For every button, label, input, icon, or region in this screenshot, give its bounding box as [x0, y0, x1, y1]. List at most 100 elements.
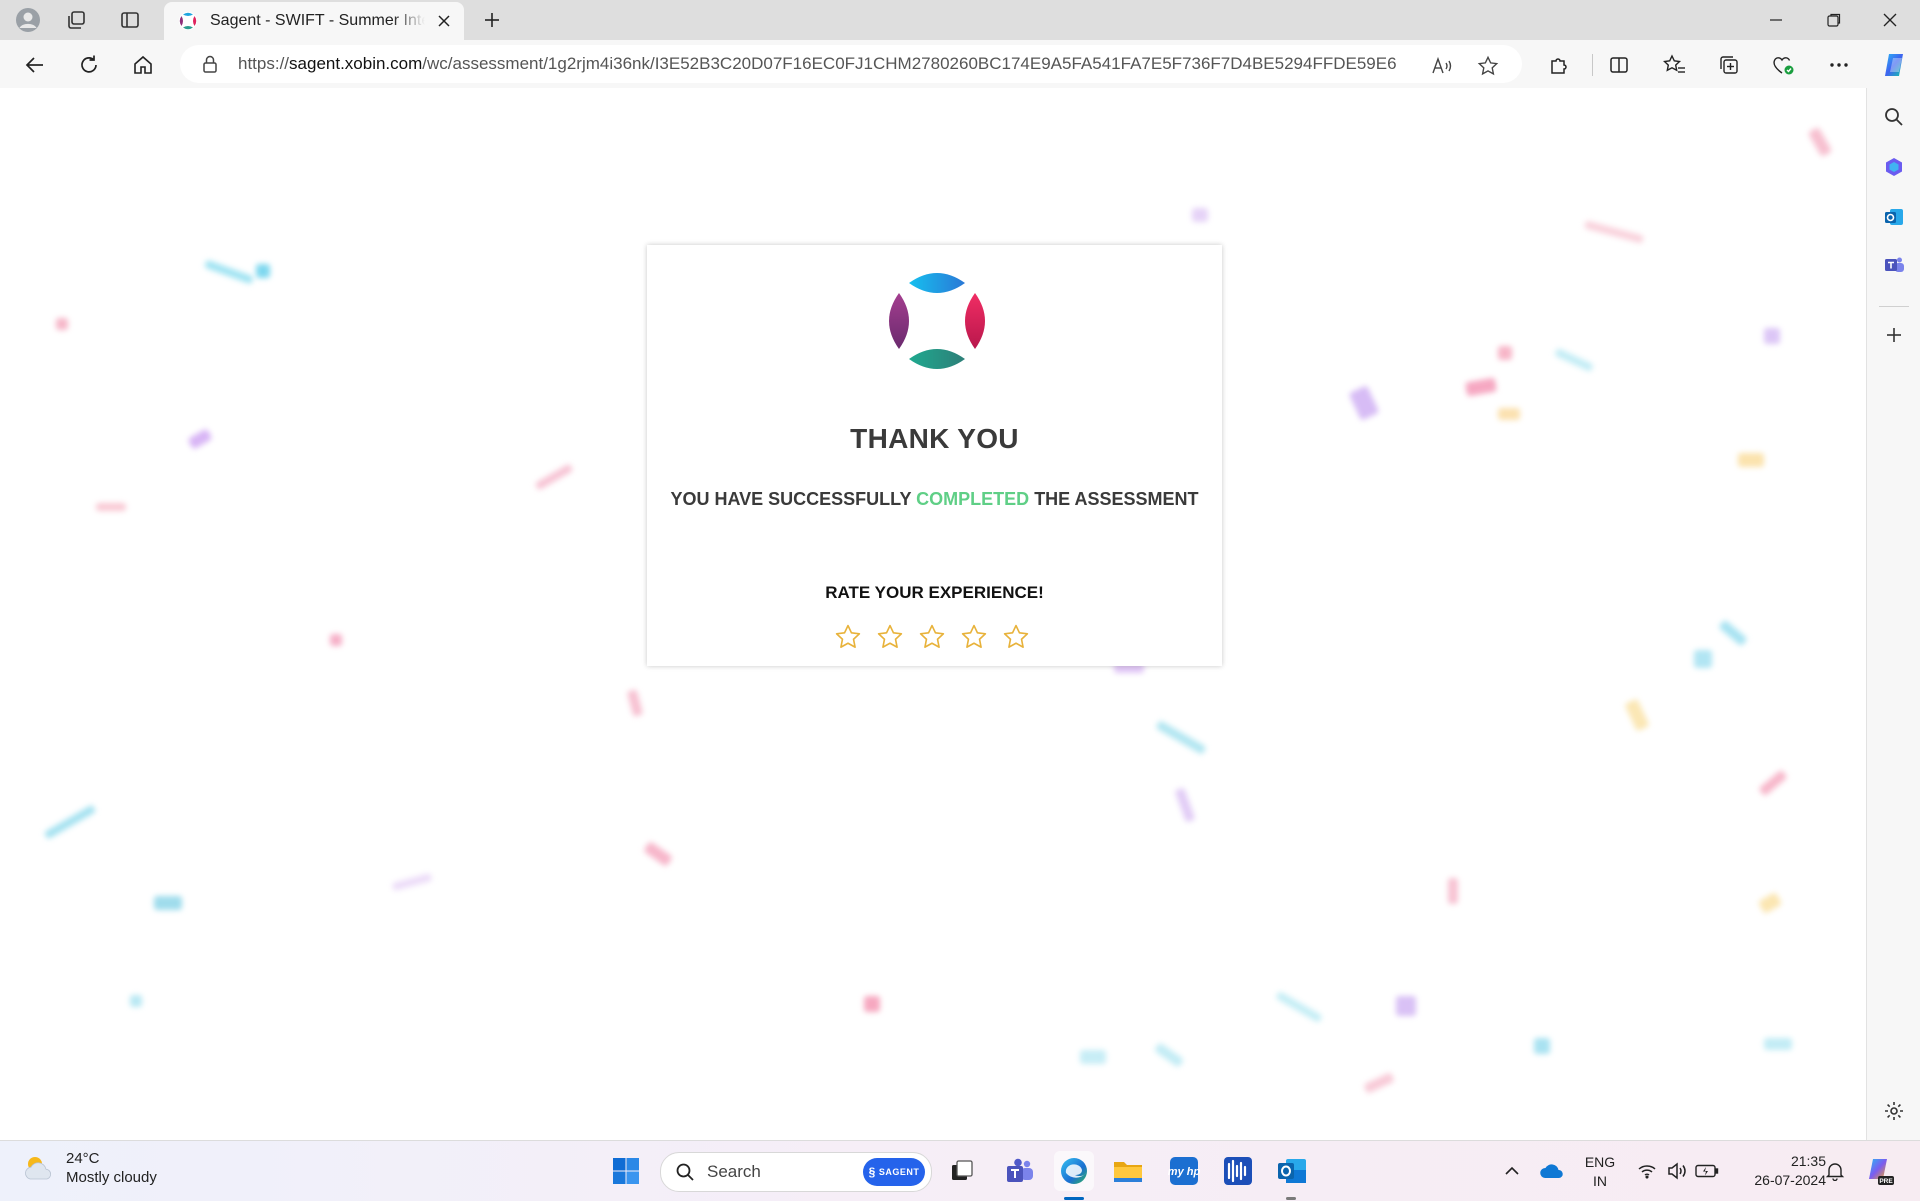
search-icon: [676, 1163, 694, 1181]
onedrive-cloud-icon[interactable]: [1534, 1151, 1570, 1191]
rate-experience-label: RATE YOUR EXPERIENCE!: [825, 583, 1044, 602]
windows-start-icon[interactable]: [606, 1151, 646, 1191]
favorite-star-icon[interactable]: [1476, 54, 1500, 78]
collections-icon[interactable]: [1714, 50, 1744, 80]
confetti-piece: [1694, 650, 1712, 668]
battery-charging-icon[interactable]: [1690, 1151, 1724, 1191]
confetti-piece: [130, 995, 142, 1007]
new-tab-icon[interactable]: [478, 6, 506, 34]
confetti-piece: [1498, 408, 1520, 420]
confetti-piece: [1080, 1050, 1106, 1064]
completed-highlight: COMPLETED: [916, 489, 1030, 509]
confetti-piece: [1275, 991, 1323, 1023]
thank-you-heading: THANK YOU: [850, 423, 1019, 454]
browser-toolbar: https://sagent.xobin.com/wc/assessment/1…: [0, 40, 1920, 88]
svg-text:PRE: PRE: [1879, 1178, 1893, 1185]
confetti-piece: [187, 428, 213, 450]
confetti-piece: [1738, 453, 1764, 467]
minimize-icon[interactable]: [1756, 6, 1796, 34]
confetti-piece: [534, 463, 574, 491]
rating-star-icon[interactable]: [1002, 623, 1030, 651]
profile-icon[interactable]: [14, 6, 42, 34]
task-view-icon[interactable]: [942, 1151, 982, 1191]
weather-widget[interactable]: 24°C Mostly cloudy: [22, 1149, 157, 1187]
browser-titlebar: Sagent - SWIFT - Summer Internship: [0, 0, 1920, 40]
lock-icon[interactable]: [200, 54, 220, 74]
outlook-taskbar-icon[interactable]: [1272, 1151, 1312, 1191]
clock-date: 26-07-2024: [1754, 1172, 1826, 1188]
input-language[interactable]: ENG IN: [1578, 1153, 1622, 1191]
confetti-piece: [1583, 220, 1645, 244]
confetti-piece: [96, 503, 126, 511]
taskbar-search-label: Search: [707, 1162, 761, 1181]
url-text[interactable]: https://sagent.xobin.com/wc/assessment/1…: [238, 54, 1398, 74]
confetti-piece: [1758, 769, 1788, 797]
confetti-piece: [1807, 126, 1833, 158]
confetti-piece: [1363, 1072, 1395, 1094]
weather-temperature: 24°C: [66, 1150, 100, 1167]
add-sidebar-app-icon[interactable]: [1881, 322, 1907, 348]
confetti-piece: [204, 259, 254, 285]
tab-close-icon[interactable]: [434, 11, 454, 31]
wifi-icon[interactable]: [1630, 1151, 1664, 1191]
sagent-search-badge[interactable]: § SAGENT: [863, 1158, 925, 1186]
copilot-icon[interactable]: [1878, 48, 1912, 82]
confetti-piece: [1624, 698, 1650, 732]
clock-time: 21:35: [1790, 1153, 1826, 1169]
audio-app-icon[interactable]: [1218, 1151, 1258, 1191]
copilot-preview-icon[interactable]: PRE: [1860, 1151, 1900, 1191]
notifications-bell-icon[interactable]: [1818, 1151, 1852, 1191]
copilot-sidebar-icon[interactable]: [1881, 154, 1907, 180]
rating-star-icon[interactable]: [834, 623, 862, 651]
myhp-icon[interactable]: my hp: [1164, 1151, 1204, 1191]
confetti-piece: [1174, 787, 1196, 823]
sidebar-divider: [1879, 306, 1909, 307]
rating-star-icon[interactable]: [918, 623, 946, 651]
search-icon[interactable]: [1881, 104, 1907, 130]
edge-taskbar-icon[interactable]: [1054, 1151, 1094, 1191]
back-icon[interactable]: [20, 50, 50, 80]
confetti-piece: [391, 872, 433, 892]
confetti-piece: [1153, 1042, 1185, 1068]
confetti-piece: [1757, 891, 1783, 915]
star-rating[interactable]: [834, 623, 1030, 651]
more-options-icon[interactable]: [1824, 50, 1854, 80]
confetti-piece: [1465, 377, 1497, 397]
completion-message: YOU HAVE SUCCESSFULLY COMPLETED THE ASSE…: [670, 489, 1199, 509]
confetti-piece: [1534, 1038, 1550, 1054]
edge-sidebar: [1866, 88, 1920, 1140]
restore-icon[interactable]: [1814, 6, 1854, 34]
sidebar-settings-gear-icon[interactable]: [1881, 1098, 1907, 1124]
close-window-icon[interactable]: [1870, 6, 1910, 34]
svg-text:my hp: my hp: [1168, 1166, 1200, 1178]
clock[interactable]: 21:35 26-07-2024: [1730, 1152, 1826, 1190]
confetti-piece: [256, 264, 270, 278]
teams-taskbar-icon[interactable]: [1000, 1151, 1040, 1191]
volume-icon[interactable]: [1660, 1151, 1694, 1191]
favorites-icon[interactable]: [1660, 50, 1690, 80]
tab-actions-icon[interactable]: [116, 6, 144, 34]
file-explorer-icon[interactable]: [1108, 1151, 1148, 1191]
address-bar[interactable]: https://sagent.xobin.com/wc/assessment/1…: [180, 45, 1522, 83]
taskbar-search[interactable]: Search § SAGENT: [660, 1152, 932, 1192]
refresh-icon[interactable]: [74, 50, 104, 80]
confetti-piece: [56, 318, 68, 330]
confetti-piece: [43, 804, 97, 840]
toolbar-divider: [1592, 54, 1593, 76]
confetti-piece: [864, 996, 880, 1012]
tab-sagent[interactable]: Sagent - SWIFT - Summer Internship: [164, 2, 464, 40]
home-icon[interactable]: [128, 50, 158, 80]
rating-star-icon[interactable]: [876, 623, 904, 651]
workspaces-icon[interactable]: [62, 6, 90, 34]
teams-icon[interactable]: [1881, 252, 1907, 278]
show-hidden-icons-chevron-up-icon[interactable]: [1494, 1151, 1530, 1191]
read-aloud-icon[interactable]: [1430, 54, 1454, 78]
confetti-piece: [154, 896, 182, 910]
weather-condition: Mostly cloudy: [66, 1169, 157, 1186]
outlook-icon[interactable]: [1881, 204, 1907, 230]
browser-essentials-icon[interactable]: [1768, 50, 1798, 80]
rating-star-icon[interactable]: [960, 623, 988, 651]
split-screen-icon[interactable]: [1604, 50, 1634, 80]
extensions-icon[interactable]: [1544, 50, 1574, 80]
sagent-logo: [889, 273, 985, 369]
